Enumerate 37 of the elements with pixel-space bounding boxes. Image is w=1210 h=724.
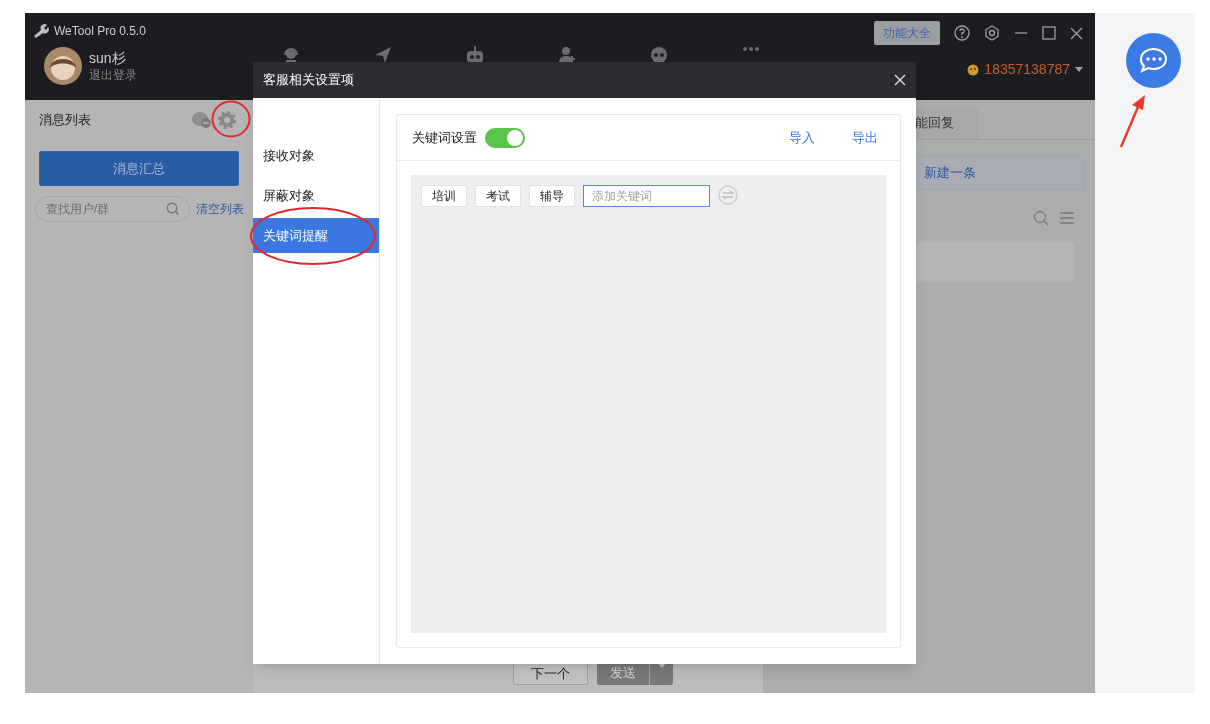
settings-icon[interactable] [984,25,1000,41]
user-name: sun杉 [89,49,127,67]
pointer-arrow [1119,93,1147,149]
import-link[interactable]: 导入 [789,127,815,148]
keyword-tag: 培训 [421,185,467,207]
dialog-menu-item[interactable]: 接收对象 [253,138,379,173]
robot-icon[interactable] [465,46,485,64]
dialog-menu-item[interactable]: 关键词提醒 [253,218,379,253]
export-link[interactable]: 导出 [852,127,878,148]
close-icon[interactable] [1070,26,1083,40]
mascot-icon [967,63,980,76]
window-title: WeTool Pro 0.5.0 [54,23,146,40]
summary-button[interactable]: 消息汇总 [39,151,239,186]
setting-label: 关键词设置 [412,128,477,147]
dialog-menu-item[interactable]: 屏蔽对象 [253,178,379,213]
account-phone[interactable]: 18357138787 [984,59,1070,80]
search-icon[interactable] [166,202,180,216]
logout-link[interactable]: 退出登录 [89,67,137,83]
dialog-title: 客服相关设置项 [263,71,354,90]
highlight-circle [211,100,251,138]
search-field[interactable]: 查找用户/群 [35,196,190,222]
maximize-icon[interactable] [1042,26,1056,40]
keyword-tag: 考试 [475,185,521,207]
toggle-switch[interactable] [485,127,525,148]
avatar[interactable] [43,46,83,86]
panel-title: 消息列表 [39,111,91,130]
search-icon[interactable] [1033,210,1049,226]
send-icon[interactable] [374,46,392,64]
chat-icon[interactable] [1126,33,1181,88]
wrench-icon [33,24,49,38]
keyword-tag: 辅导 [529,185,575,207]
more-icon[interactable] [742,46,760,52]
help-icon[interactable] [954,25,970,41]
chat-minus-icon[interactable] [192,111,212,129]
keyword-input[interactable]: 添加关键词 [583,185,710,207]
caret-icon[interactable] [1075,67,1083,72]
clear-list-link[interactable]: 清空列表 [196,200,244,218]
